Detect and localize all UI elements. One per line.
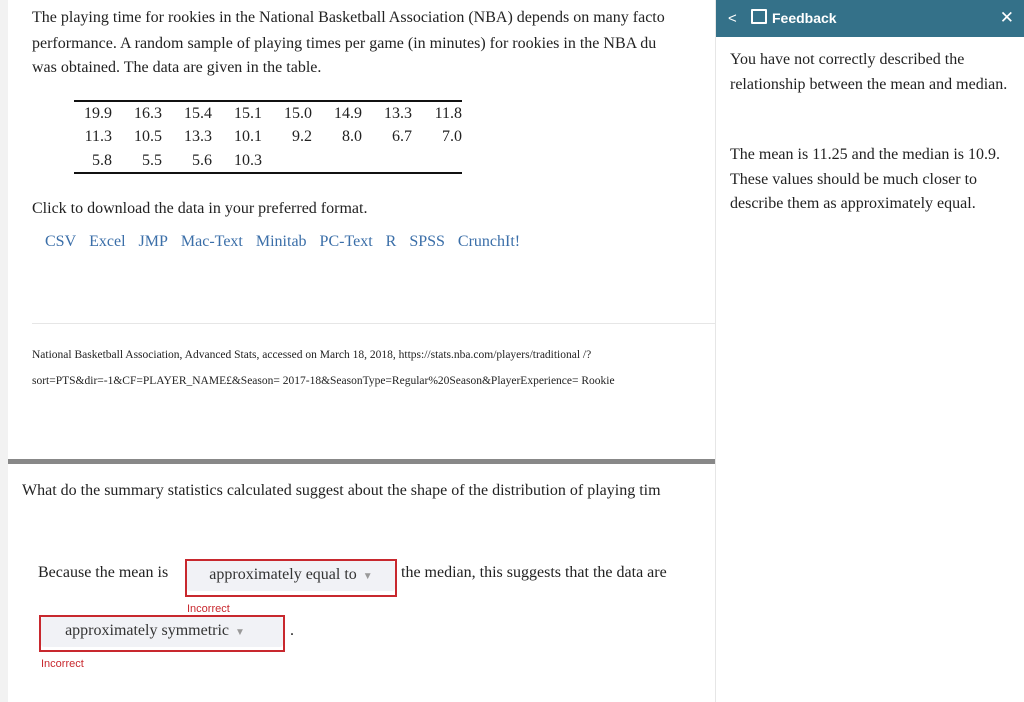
table-cell: 15.4 [184,104,212,122]
table-row: 19.9 16.3 15.4 15.1 15.0 14.9 13.3 11.8 [74,101,462,125]
feedback-title: Feedback [772,10,837,26]
table-cell [312,149,362,173]
table-cell: 16.3 [134,104,162,122]
left-gutter [0,0,8,702]
table-cell: 5.8 [92,151,112,169]
table-cell: 13.3 [384,104,412,122]
feedback-icon [751,9,767,24]
download-link[interactable]: R [386,233,397,250]
table-cell: 9.2 [292,128,312,145]
data-table: 19.9 16.3 15.4 15.1 15.0 14.9 13.3 11.8 11.3 10.5… [74,100,462,174]
download-link[interactable]: CSV [45,233,76,250]
download-prompt: Click to download the data in your prefe… [32,200,368,217]
table-cell: 11.8 [434,104,462,122]
sentence-start: Because the mean is [38,564,169,581]
table-cell: 6.7 [392,128,412,145]
table-cell: 15.1 [234,104,262,122]
table-row: 11.3 10.5 13.3 10.1 9.2 8.0 6.7 7.0 [74,125,462,149]
chevron-left-icon[interactable]: < [728,10,737,27]
download-links: CSV Excel JMP Mac-Text Minitab PC-Text R SPSS Cr… [45,233,533,251]
download-link[interactable]: SPSS [409,233,445,250]
table-cell [412,149,462,173]
shape-select[interactable]: approximately symmetric ▼ [39,615,285,652]
table-cell: 10.3 [234,151,262,169]
mean-comparison-select[interactable]: approximately equal to ▼ [185,559,397,597]
table-cell: 10.5 [134,128,162,145]
feedback-explanation: The mean is 11.25 and the median is 10.9… [730,146,1001,212]
download-link[interactable]: PC-Text [320,233,373,250]
divider [32,323,715,324]
close-icon[interactable]: ✕ [1000,8,1014,28]
feedback-panel: < Feedback ✕ You have not correctly desc… [715,0,1024,702]
download-link[interactable]: CrunchIt! [458,233,520,250]
question-prompt: What do the summary statistics calculate… [22,482,661,499]
feedback-message: You have not correctly described the rel… [730,51,1008,93]
table-cell: 5.5 [142,151,162,169]
table-cell: 15.0 [284,104,312,122]
download-link[interactable]: JMP [139,233,168,250]
chevron-down-icon: ▼ [235,627,245,638]
incorrect-label: Incorrect [41,658,84,670]
feedback-header: < Feedback ✕ [716,0,1024,37]
sentence-mid: the median, this suggests that the data … [401,564,667,581]
chevron-down-icon: ▼ [362,571,373,582]
table-cell [262,149,312,173]
download-link[interactable]: Excel [89,233,125,250]
intro-line: performance. A random sample of playing … [32,35,657,52]
select-value: approximately equal to [209,566,357,583]
source-citation: sort=PTS&dir=-1&CF=PLAYER_NAME£&Season= … [32,375,615,387]
download-link[interactable]: Minitab [256,233,307,250]
period: . [290,622,294,639]
table-cell: 7.0 [442,128,462,145]
table-cell: 8.0 [342,128,362,145]
table-cell: 13.3 [184,128,212,145]
table-cell: 10.1 [234,128,262,145]
section-divider [8,459,715,464]
table-cell: 14.9 [334,104,362,122]
source-citation: National Basketball Association, Advance… [32,349,592,361]
intro-line: The playing time for rookies in the Nati… [32,9,665,26]
table-cell: 11.3 [84,128,112,145]
table-cell: 19.9 [84,104,112,122]
incorrect-label: Incorrect [187,603,230,615]
download-link[interactable]: Mac-Text [181,233,243,250]
table-row: 5.8 5.5 5.6 10.3 [74,149,462,173]
select-value: approximately symmetric [65,622,230,639]
table-cell: 5.6 [192,151,212,169]
table-cell [362,149,412,173]
question-panel: The playing time for rookies in the Nati… [8,0,715,702]
intro-line: was obtained. The data are given in the … [32,59,322,76]
